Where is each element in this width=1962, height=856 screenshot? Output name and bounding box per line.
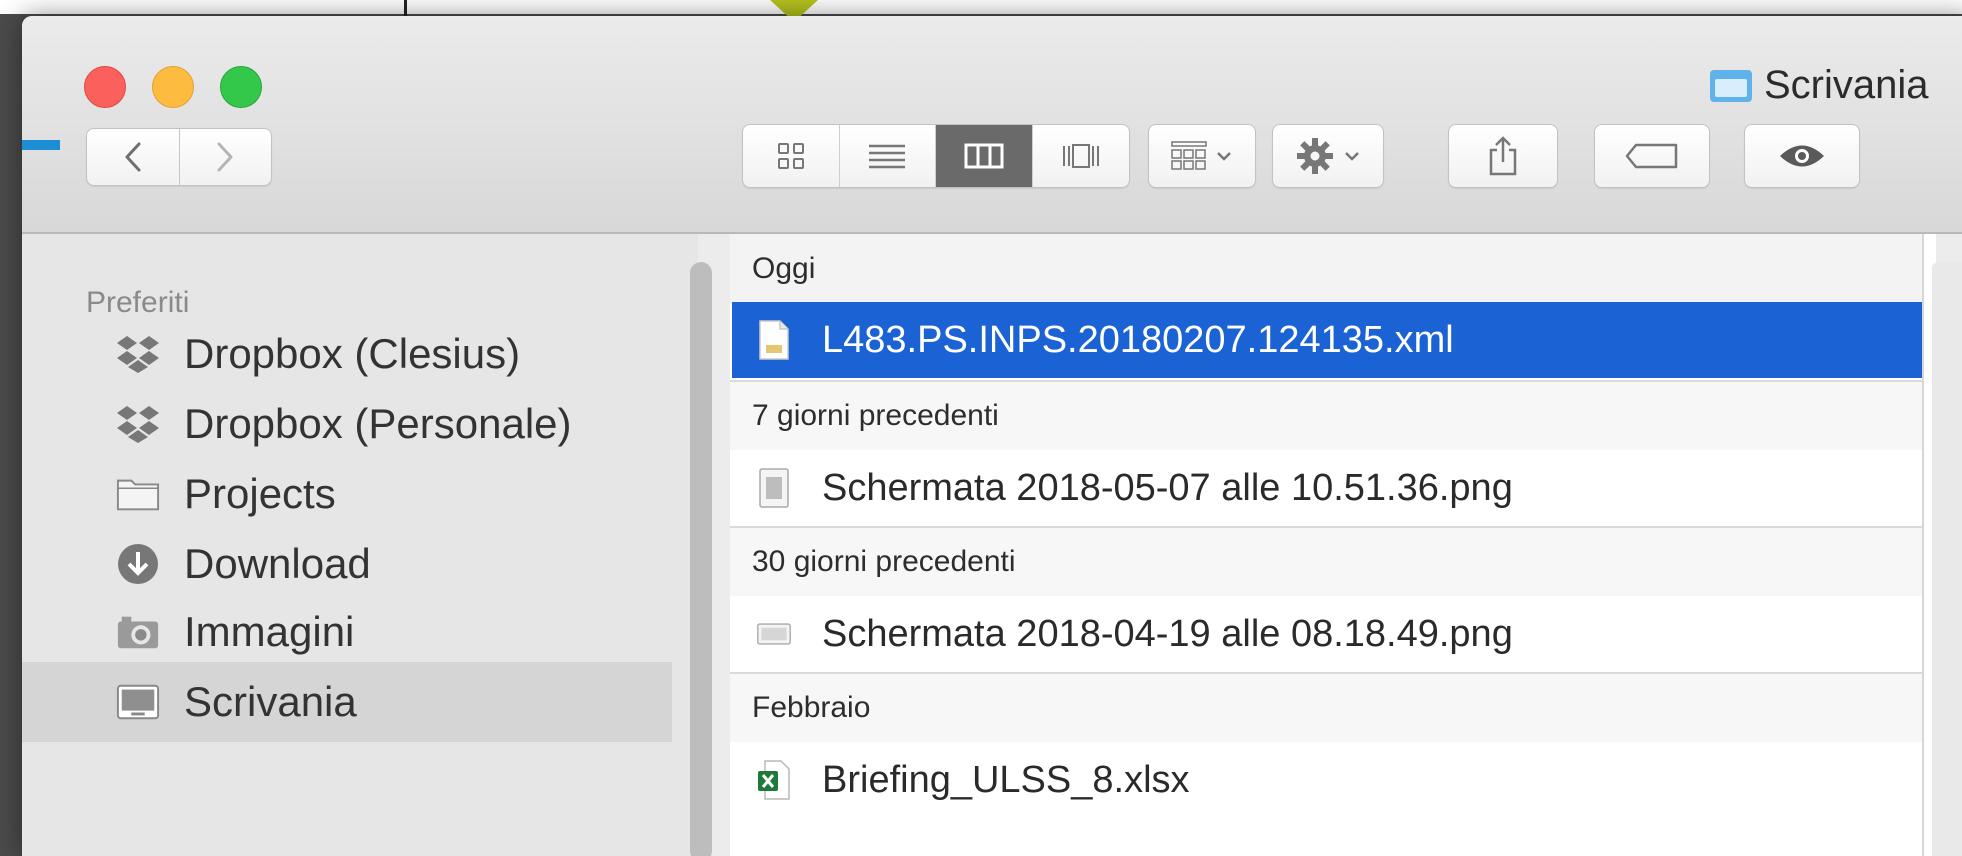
grid-icon bbox=[777, 143, 804, 169]
cover-flow-view-button[interactable] bbox=[1033, 125, 1130, 187]
sidebar-item-scrivania[interactable]: Scrivania bbox=[22, 662, 672, 742]
image-file-icon bbox=[756, 465, 792, 511]
view-mode-selector bbox=[742, 124, 1130, 188]
zoom-button[interactable] bbox=[220, 66, 262, 108]
back-button[interactable] bbox=[87, 129, 180, 185]
share-icon bbox=[1489, 136, 1517, 176]
camera-icon bbox=[116, 610, 160, 654]
desktop-folder-icon bbox=[1710, 68, 1752, 102]
sidebar-item-dropbox-personale[interactable]: Dropbox (Personale) bbox=[22, 384, 672, 464]
sidebar-item-label: Immagini bbox=[184, 608, 355, 655]
sidebar-item-label: Scrivania bbox=[184, 678, 357, 725]
arrange-button[interactable] bbox=[1148, 124, 1256, 188]
quick-look-button[interactable] bbox=[1744, 124, 1860, 188]
sidebar-item-dropbox-clesius[interactable]: Dropbox (Clesius) bbox=[22, 314, 672, 394]
list-view-button[interactable] bbox=[840, 125, 936, 187]
sidebar-item-label: Projects bbox=[184, 470, 336, 517]
column-view-button[interactable] bbox=[936, 125, 1033, 187]
file-name: Briefing_ULSS_8.xlsx bbox=[822, 758, 1190, 801]
sidebar-item-immagini[interactable]: Immagini bbox=[22, 592, 672, 672]
list-icon bbox=[869, 144, 906, 169]
column-scrollbar[interactable] bbox=[1932, 262, 1962, 856]
eye-icon bbox=[1780, 145, 1824, 167]
desktop-icon bbox=[116, 680, 160, 724]
sidebar-scrollbar[interactable] bbox=[690, 262, 712, 856]
finder-window: Scrivania Preferiti Dropbox (Clesius) Dr… bbox=[22, 16, 1962, 856]
file-name: Schermata 2018-04-19 alle 08.18.49.png bbox=[822, 612, 1513, 655]
file-row[interactable]: Briefing_ULSS_8.xlsx bbox=[732, 742, 1922, 818]
sidebar: Preferiti Dropbox (Clesius) Dropbox (Per… bbox=[22, 234, 698, 856]
background-window-edge bbox=[22, 140, 60, 150]
group-header-7-giorni: 7 giorni precedenti bbox=[730, 380, 1922, 450]
chevron-down-icon bbox=[1217, 152, 1231, 161]
window-title: Scrivania bbox=[1710, 62, 1929, 108]
sidebar-item-label: Dropbox (Personale) bbox=[184, 400, 572, 447]
gear-icon bbox=[1297, 138, 1333, 174]
group-header-febbraio: Febbraio bbox=[730, 672, 1922, 742]
image-file-icon bbox=[756, 611, 792, 657]
columns-icon bbox=[964, 143, 1004, 169]
sidebar-item-label: Dropbox (Clesius) bbox=[184, 330, 521, 377]
chevron-right-icon bbox=[217, 142, 233, 172]
file-name: L483.PS.INPS.20180207.124135.xml bbox=[822, 318, 1454, 361]
toolbar: Scrivania bbox=[22, 16, 1962, 234]
file-name: Schermata 2018-05-07 alle 10.51.36.png bbox=[822, 466, 1513, 509]
tag-icon bbox=[1625, 143, 1678, 169]
group-header-30-giorni: 30 giorni precedenti bbox=[730, 526, 1922, 596]
file-row[interactable]: L483.PS.INPS.20180207.124135.xml bbox=[732, 302, 1922, 378]
sidebar-item-projects[interactable]: Projects bbox=[22, 454, 672, 534]
dropbox-icon bbox=[116, 402, 160, 446]
folder-icon bbox=[116, 472, 160, 516]
share-button[interactable] bbox=[1448, 124, 1558, 188]
chevron-left-icon bbox=[125, 142, 141, 172]
icon-view-button[interactable] bbox=[743, 125, 840, 187]
forward-button[interactable] bbox=[180, 129, 272, 185]
file-row[interactable]: Schermata 2018-05-07 alle 10.51.36.png bbox=[732, 450, 1922, 526]
file-row[interactable]: Schermata 2018-04-19 alle 08.18.49.png bbox=[732, 596, 1922, 672]
window-title-text: Scrivania bbox=[1764, 62, 1929, 107]
group-header-oggi: Oggi bbox=[730, 234, 1922, 304]
dropbox-icon bbox=[116, 332, 160, 376]
xml-file-icon bbox=[756, 317, 792, 363]
navigation-buttons bbox=[86, 128, 272, 186]
excel-file-icon bbox=[756, 757, 792, 803]
column-view: Oggi L483.PS.INPS.20180207.124135.xml 7 … bbox=[730, 234, 1936, 856]
tag-button[interactable] bbox=[1594, 124, 1710, 188]
column-divider bbox=[1922, 234, 1924, 856]
download-icon bbox=[116, 542, 160, 586]
action-menu-button[interactable] bbox=[1272, 124, 1384, 188]
sidebar-item-label: Download bbox=[184, 540, 371, 587]
desktop-background-strip bbox=[0, 0, 1962, 14]
close-button[interactable] bbox=[84, 66, 126, 108]
chevron-down-icon bbox=[1345, 152, 1359, 161]
cover-flow-icon bbox=[1062, 144, 1099, 168]
minimize-button[interactable] bbox=[152, 66, 194, 108]
arrange-grid-icon bbox=[1171, 141, 1207, 170]
